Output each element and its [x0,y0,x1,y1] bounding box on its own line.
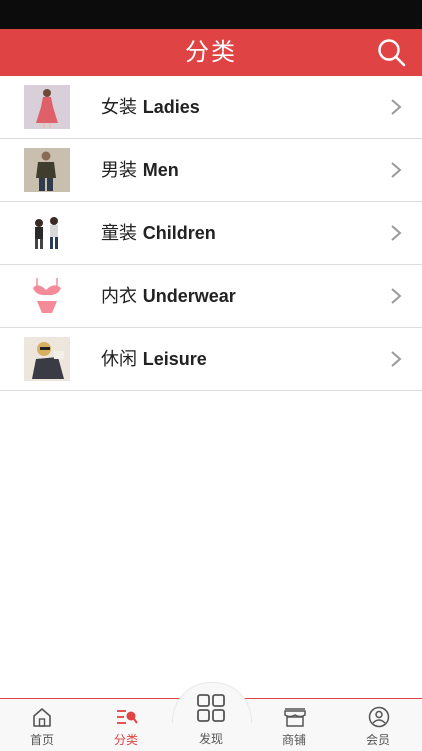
tab-home[interactable]: 首页 [0,699,84,751]
category-row-underwear[interactable]: 内衣 Underwear [0,265,422,328]
category-cn: 童装 [101,223,137,244]
category-en: Leisure [142,349,207,369]
category-row-men[interactable]: 男装 Men [0,139,422,202]
tab-member[interactable]: 会员 [336,699,420,751]
search-button[interactable] [376,37,408,69]
chevron-right-icon [391,162,402,178]
chevron-right-icon [391,225,402,241]
page-title: 分类 [185,38,237,66]
category-label: 休闲 Leisure [101,328,207,390]
grid-icon [197,694,225,722]
men-thumbnail [24,148,70,192]
category-search-icon [117,710,138,724]
home-icon [33,708,51,727]
tab-category[interactable]: 分类 [84,699,168,751]
shop-icon [284,708,306,727]
category-en: Children [142,223,216,243]
category-label: 童装 Children [101,202,216,264]
leisure-thumbnail [24,337,70,381]
category-label: 内衣 Underwear [101,265,236,327]
search-icon [378,39,406,67]
category-en: Ladies [142,97,200,117]
category-label: 女装 Ladies [101,76,200,138]
category-en: Underwear [142,286,236,306]
tab-shop[interactable]: 商铺 [252,699,336,751]
category-label: 男装 Men [101,139,179,201]
category-row-children[interactable]: 童装 Children [0,202,422,265]
category-list: 女装 Ladies 男装 Men 童装 Children 内衣 Underwea… [0,76,422,391]
category-cn: 女装 [101,97,137,118]
category-cn: 休闲 [101,349,137,370]
tab-label: 发现 [198,732,223,746]
category-en: Men [142,160,179,180]
tab-label: 首页 [29,733,54,747]
category-cn: 男装 [101,160,137,181]
tab-label: 商铺 [281,733,306,747]
tab-label: 分类 [113,733,138,747]
ladies-thumbnail [24,85,70,129]
tab-discover[interactable]: 发现 [169,690,253,750]
top-header: 分类 [0,29,422,76]
chevron-right-icon [391,288,402,304]
chevron-right-icon [391,99,402,115]
user-icon [368,706,390,728]
category-row-leisure[interactable]: 休闲 Leisure [0,328,422,391]
chevron-right-icon [391,351,402,367]
underwear-thumbnail [24,274,70,318]
category-row-ladies[interactable]: 女装 Ladies [0,76,422,139]
category-cn: 内衣 [101,286,137,307]
status-bar [0,0,422,29]
children-thumbnail [24,211,70,255]
tab-label: 会员 [365,733,390,747]
